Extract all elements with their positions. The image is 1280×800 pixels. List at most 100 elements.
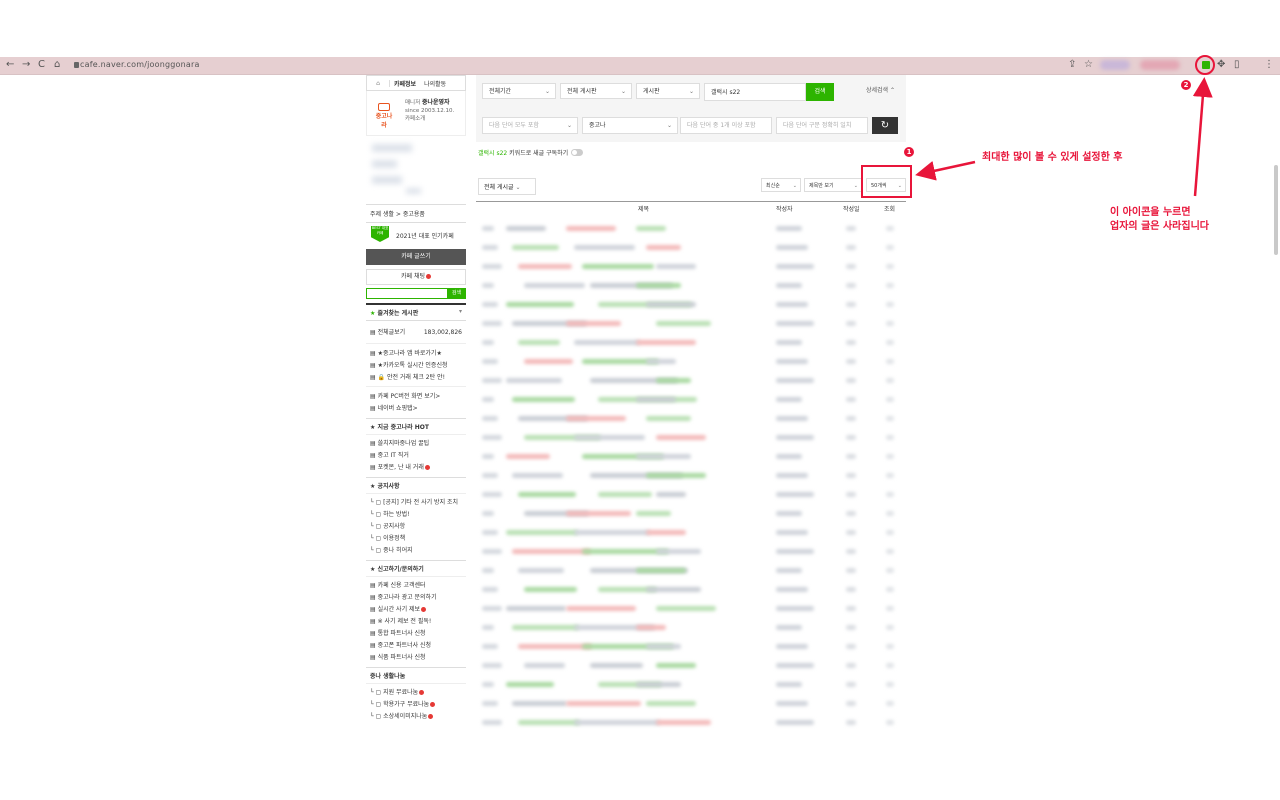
table-row[interactable] [476,618,906,637]
sidebar-report-link[interactable]: ▤ 카페 신용 고객센터 [366,580,466,592]
forward-icon[interactable]: → [22,58,30,72]
sidebar-hot-link[interactable]: ▤ 포켓몬, 난 내 거래 [366,462,466,474]
tab-cafe-info[interactable]: 카페정보 [390,79,420,88]
period-select[interactable]: 전체기간 ⌄ [482,83,556,99]
sidebar-hot-link[interactable]: ▤ 쓸치지마중나업 꿀팁 [366,438,466,450]
board-icon: ▤ [370,374,378,381]
exact-words-input[interactable]: 다음 단어 구문 정확히 일치 [776,117,868,134]
sidebar-notice-link[interactable]: └ ▢ 공지사항 [366,521,466,533]
back-icon[interactable]: ← [6,58,14,72]
cafe-category: 주제 생활 > 중고용품 [366,204,466,222]
sidebar-notice-link[interactable]: └ ▢ [공지] 기타 전 사기 방지 조치 [366,497,466,509]
home-icon[interactable]: ⌂ [367,79,390,87]
home-icon[interactable]: ⌂ [54,58,60,72]
table-row[interactable] [476,219,906,238]
table-header: 제목 작성자 작성일 조회 [476,201,906,218]
board-icon: ▤ [370,594,378,601]
table-row[interactable] [476,371,906,390]
sidebar-tabs: ⌂ 카페정보 나의활동 [366,75,466,91]
write-post-button[interactable]: 카페 글쓰기 [366,249,466,265]
table-row[interactable] [476,333,906,352]
col-author: 작성자 [776,206,793,213]
table-row[interactable] [476,352,906,371]
page-scrollbar[interactable] [1274,165,1278,255]
cafe-intro-link[interactable]: 카페소개 [405,116,425,122]
view-mode-select[interactable]: 제목만 보기 ⌄ [804,178,862,192]
bookmark-star-icon[interactable]: ☆ [1084,58,1093,72]
sort-select[interactable]: 최신순 ⌄ [761,178,801,192]
cafe-chat-button[interactable]: 카페 채팅 [366,269,466,285]
keyword-subscribe-toggle[interactable] [571,149,583,156]
since-date: since 2003.12.10. [405,108,455,114]
reset-icon[interactable]: ↻ [872,117,898,134]
sidebar-report-link[interactable]: ▤ 통합 파트너사 신청 [366,628,466,640]
table-row[interactable] [476,656,906,675]
table-row[interactable] [476,580,906,599]
sidebar-share-link[interactable]: └ ▢ 지원 무료나눔 [366,687,466,699]
sidebar-notice-link[interactable]: └ ▢ 중나 히어지 [366,545,466,557]
all-posts-link[interactable]: ▤ 전체글보기 183,002,826 [366,327,466,339]
sidebar-report-link[interactable]: ▤ ※ 사기 제보 전 필독! [366,616,466,628]
table-row[interactable] [476,295,906,314]
table-row[interactable] [476,409,906,428]
table-row[interactable] [476,447,906,466]
table-row[interactable] [476,599,906,618]
table-row[interactable] [476,675,906,694]
share-icon[interactable]: ⇪ [1068,58,1076,72]
reload-icon[interactable]: C [38,58,45,72]
table-row[interactable] [476,390,906,409]
sidebar-report-link[interactable]: ▤ 실시간 사기 제보 [366,604,466,616]
table-row[interactable] [476,257,906,276]
table-row[interactable] [476,504,906,523]
table-row[interactable] [476,276,906,295]
sidebar-board-link[interactable]: ▤ 🔒 안전 거래 체크 2탄 안! [366,372,466,384]
board-icon: ▤ [370,582,378,589]
sidebar-report-link[interactable]: ▤ 식품 파트너사 신청 [366,652,466,664]
product-select[interactable]: 중고나 ⌄ [582,117,678,134]
detail-search-toggle[interactable]: 상세검색 ⌃ [866,85,895,94]
search-input[interactable]: 갤럭시 s22 [704,83,806,101]
sidebar-share-link[interactable]: └ ▢ 소상세이미지나눔 [366,711,466,723]
side-panel-icon[interactable]: ▯ [1234,58,1240,72]
sidebar-board-link[interactable]: ▤ 카페 PC버전 화면 보기> [366,391,466,403]
table-row[interactable] [476,713,906,732]
table-row[interactable] [476,466,906,485]
board-select[interactable]: 전체 게시판 ⌄ [560,83,632,99]
board-icon: └ ▢ [370,499,384,506]
table-row[interactable] [476,694,906,713]
extensions-puzzle-icon[interactable]: ✥ [1217,58,1225,72]
sidebar-share-link[interactable]: └ ▢ 학용가구 무료나눔 [366,699,466,711]
sidebar-notice-link[interactable]: └ ▢ 하는 방법! [366,509,466,521]
table-row[interactable] [476,542,906,561]
exclude-words-input[interactable]: 다음 단어 모두 포함 ⌄ [482,117,578,134]
table-row[interactable] [476,523,906,542]
menu-icon[interactable]: ⋮ [1264,58,1274,72]
all-boards-select[interactable]: 전체 게시글 ⌄ [478,178,536,195]
tab-my-activity[interactable]: 나의활동 [420,79,450,88]
sidebar-notice-link[interactable]: └ ▢ 이용정책 [366,533,466,545]
sidebar-search-input[interactable] [366,288,448,299]
manager-name[interactable]: 중나운영자 [422,99,450,106]
favorites-header[interactable]: ★ 즐겨찾는 게시판 ▾ [366,303,466,321]
sidebar-report-link[interactable]: ▤ 중고폰 파트너사 신청 [366,640,466,652]
table-row[interactable] [476,428,906,447]
field-select[interactable]: 게시판 ⌄ [636,83,700,99]
include-words-input[interactable]: 다음 단어 중 1개 이상 포함 [680,117,772,134]
sidebar-search-button[interactable]: 검색 [447,288,466,299]
table-row[interactable] [476,561,906,580]
sidebar-board-link[interactable]: ▤ ★중고나라 앱 바로가기★ [366,348,466,360]
table-row[interactable] [476,238,906,257]
sidebar-board-link[interactable]: ▤ 네이버 쇼핑탭> [366,403,466,415]
table-row[interactable] [476,314,906,333]
page-content: ⌂ 카페정보 나의활동 중고나라 매니저 중나운영자 since 2003.12… [0,75,1280,742]
browser-toolbar: ← → C ⌂ cafe.naver.com/joonggonara ⇪ ☆ ✥… [0,57,1280,75]
table-row[interactable] [476,485,906,504]
sidebar-hot-link[interactable]: ▤ 중고 IT 직거 [366,450,466,462]
table-row[interactable] [476,637,906,656]
search-button[interactable]: 검색 [806,83,834,101]
board-icon: ▤ [370,393,378,400]
article-rows-blurred [476,219,906,732]
address-bar[interactable]: cafe.naver.com/joonggonara [80,58,200,72]
sidebar-report-link[interactable]: ▤ 중고나라 광고 문의하기 [366,592,466,604]
sidebar-board-link[interactable]: ▤ ★카카오톡 실시간 인증신청 [366,360,466,372]
